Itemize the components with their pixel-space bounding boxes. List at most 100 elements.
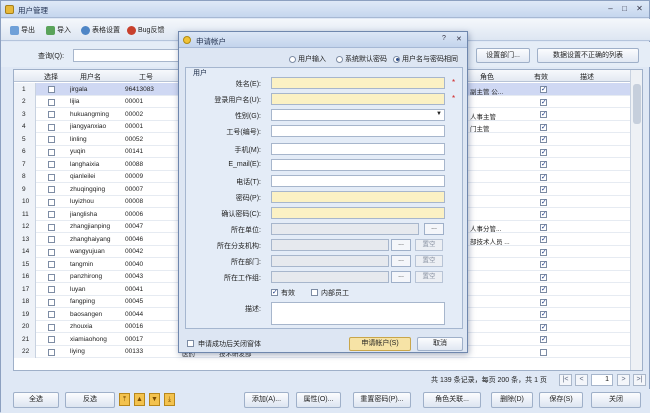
next-page-button[interactable]: > <box>617 374 630 386</box>
close-after-apply-checkbox[interactable] <box>187 340 194 347</box>
delete-button[interactable]: 删除(D) <box>491 392 533 408</box>
branch-browse-button[interactable]: ... <box>391 239 411 251</box>
close-window-button[interactable]: 关闭 <box>591 392 641 408</box>
first-page-button[interactable]: |< <box>559 374 572 386</box>
valid-checkbox[interactable]: ✓ <box>271 289 278 296</box>
header-select[interactable]: 选择 <box>44 72 58 82</box>
maximize-button[interactable]: □ <box>619 4 630 14</box>
add-button[interactable]: 添加(A)... <box>244 392 289 408</box>
vertical-scrollbar[interactable] <box>630 70 642 370</box>
header-username[interactable]: 用户名 <box>80 72 101 82</box>
valid-checkbox[interactable]: ✓ <box>540 298 547 306</box>
row-select-checkbox[interactable] <box>48 336 55 343</box>
minimize-button[interactable]: – <box>605 4 616 14</box>
valid-checkbox[interactable]: ✓ <box>540 148 547 156</box>
valid-checkbox[interactable]: ✓ <box>540 86 547 93</box>
valid-checkbox[interactable]: ✓ <box>540 248 547 256</box>
header-description[interactable]: 描述 <box>580 72 594 82</box>
login-username-field[interactable] <box>271 93 445 105</box>
valid-checkbox[interactable]: ✓ <box>540 98 547 106</box>
row-select-checkbox[interactable] <box>48 348 55 356</box>
row-select-checkbox[interactable] <box>48 198 55 206</box>
help-button[interactable]: ? <box>442 35 446 42</box>
row-select-checkbox[interactable] <box>48 223 55 231</box>
search-input[interactable] <box>73 49 183 62</box>
set-department-button[interactable]: 设置部门... <box>476 48 530 63</box>
row-select-checkbox[interactable] <box>48 311 55 318</box>
valid-checkbox[interactable]: ✓ <box>540 286 547 293</box>
prev-page-button[interactable]: < <box>575 374 588 386</box>
valid-checkbox[interactable] <box>540 348 547 356</box>
valid-checkbox[interactable]: ✓ <box>540 236 547 243</box>
password-field[interactable] <box>271 191 445 203</box>
confirm-password-field[interactable] <box>271 207 445 219</box>
row-select-checkbox[interactable] <box>48 136 55 143</box>
department-browse-button[interactable]: ... <box>391 255 411 267</box>
last-page-button[interactable]: >| <box>633 374 646 386</box>
row-select-checkbox[interactable] <box>48 323 55 331</box>
bug-report-button[interactable]: Bug反馈 <box>127 23 164 37</box>
incorrect-data-list-button[interactable]: 数据设置不正确的列表 <box>537 48 639 63</box>
apply-account-button[interactable]: 申请帐户(S) <box>349 337 411 351</box>
valid-checkbox[interactable]: ✓ <box>540 173 547 181</box>
valid-checkbox[interactable]: ✓ <box>540 198 547 206</box>
row-select-checkbox[interactable] <box>48 286 55 293</box>
row-select-checkbox[interactable] <box>48 236 55 243</box>
radio-default-password-dot[interactable] <box>336 55 343 63</box>
row-select-checkbox[interactable] <box>48 173 55 181</box>
valid-checkbox[interactable]: ✓ <box>540 211 547 218</box>
workgroup-clear-button[interactable]: 置空 <box>415 271 443 283</box>
branch-clear-button[interactable]: 置空 <box>415 239 443 251</box>
row-select-checkbox[interactable] <box>48 186 55 193</box>
name-field[interactable] <box>271 77 445 89</box>
row-select-checkbox[interactable] <box>48 123 55 131</box>
scrollbar-thumb[interactable] <box>633 84 641 124</box>
row-select-checkbox[interactable] <box>48 273 55 281</box>
gender-select[interactable]: ▼ <box>271 109 445 121</box>
radio-same-password-dot[interactable] <box>393 55 400 63</box>
valid-checkbox[interactable]: ✓ <box>540 111 547 118</box>
radio-default-password[interactable]: 系统默认密码 <box>336 54 387 64</box>
import-button[interactable]: 导入 <box>46 23 71 37</box>
table-settings-button[interactable]: 表格设置 <box>81 23 120 37</box>
select-all-button[interactable]: 全选 <box>13 392 59 408</box>
close-button[interactable]: ✕ <box>634 4 645 14</box>
reset-password-button[interactable]: 重置密码(P)... <box>353 392 411 408</box>
header-role[interactable]: 角色 <box>480 72 494 82</box>
valid-checkbox[interactable]: ✓ <box>540 311 547 318</box>
export-button[interactable]: 导出 <box>10 23 35 37</box>
row-select-checkbox[interactable] <box>48 148 55 156</box>
row-select-checkbox[interactable] <box>48 161 55 168</box>
radio-user-input-dot[interactable] <box>289 55 296 63</box>
description-field[interactable] <box>271 302 445 325</box>
header-empno[interactable]: 工号 <box>139 72 153 82</box>
row-select-checkbox[interactable] <box>48 98 55 106</box>
valid-checkbox[interactable]: ✓ <box>540 336 547 343</box>
workgroup-browse-button[interactable]: ... <box>391 271 411 283</box>
row-select-checkbox[interactable] <box>48 86 55 93</box>
valid-checkbox[interactable]: ✓ <box>540 323 547 331</box>
row-select-checkbox[interactable] <box>48 211 55 218</box>
save-button[interactable]: 保存(S) <box>539 392 583 408</box>
mobile-field[interactable] <box>271 143 445 155</box>
valid-checkbox[interactable]: ✓ <box>540 186 547 193</box>
email-field[interactable] <box>271 159 445 171</box>
row-select-checkbox[interactable] <box>48 261 55 268</box>
radio-same-password[interactable]: 用户名与密码相同 <box>393 54 458 64</box>
valid-checkbox[interactable]: ✓ <box>540 136 547 143</box>
move-up-button[interactable]: ▲ <box>134 393 145 406</box>
valid-checkbox[interactable]: ✓ <box>540 123 547 131</box>
valid-checkbox[interactable]: ✓ <box>540 161 547 168</box>
move-top-button[interactable]: ⤒ <box>119 393 130 406</box>
valid-checkbox[interactable]: ✓ <box>540 223 547 231</box>
move-down-button[interactable]: ▼ <box>149 393 160 406</box>
role-link-button[interactable]: 角色关联... <box>423 392 481 408</box>
dialog-close-button[interactable]: ✕ <box>456 35 462 43</box>
valid-checkbox[interactable]: ✓ <box>540 273 547 281</box>
move-bottom-button[interactable]: ⤓ <box>164 393 175 406</box>
properties-button[interactable]: 属性(O)... <box>296 392 341 408</box>
radio-user-input[interactable]: 用户输入 <box>289 54 326 64</box>
valid-checkbox[interactable]: ✓ <box>540 261 547 268</box>
cancel-button[interactable]: 取消 <box>417 337 463 351</box>
row-select-checkbox[interactable] <box>48 248 55 256</box>
